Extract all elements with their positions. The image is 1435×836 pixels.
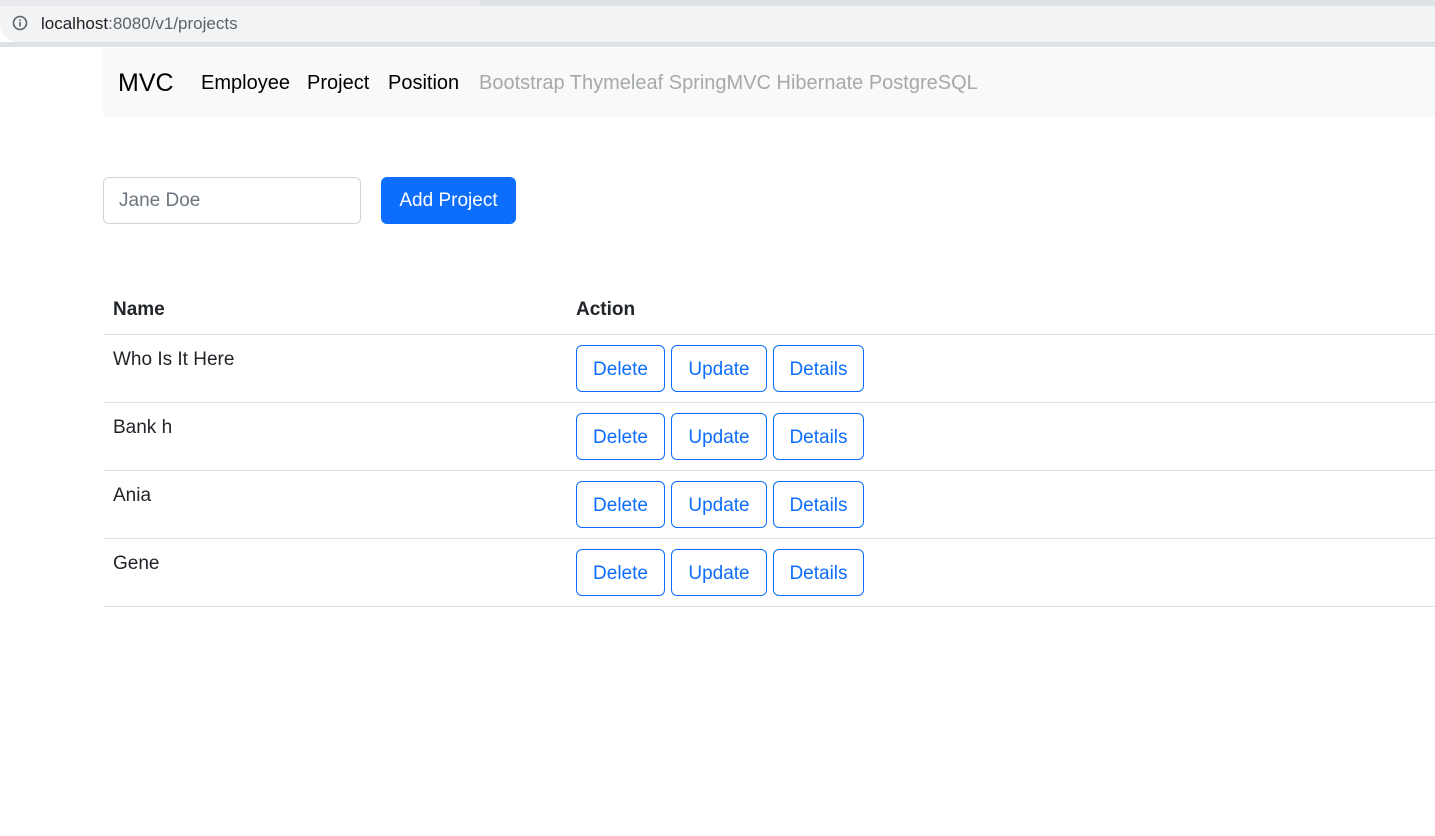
nav-link-employee[interactable]: Employee [201, 70, 290, 96]
url-host: localhost [41, 14, 109, 33]
address-bar[interactable]: localhost:8080/v1/projects [0, 6, 1435, 42]
navbar-tech-stack-text: Bootstrap Thymeleaf SpringMVC Hibernate … [479, 72, 978, 94]
update-button[interactable]: Update [671, 413, 767, 460]
project-name-cell: Gene [113, 553, 160, 574]
table-row: Ania Delete Update Details [103, 471, 1435, 539]
project-name-cell: Bank h [113, 417, 173, 438]
delete-button[interactable]: Delete [576, 549, 665, 596]
table-row: Gene Delete Update Details [103, 539, 1435, 607]
add-project-button[interactable]: Add Project [381, 177, 516, 224]
navbar: MVC Employee Project Position Bootstrap … [103, 48, 1435, 117]
nav-link-position[interactable]: Position [388, 70, 459, 96]
project-name-cell: Ania [113, 485, 152, 506]
delete-button[interactable]: Delete [576, 413, 665, 460]
column-header-name: Name [113, 299, 165, 320]
nav-link-project[interactable]: Project [307, 70, 369, 96]
details-button[interactable]: Details [773, 549, 864, 596]
table-row: Bank h Delete Update Details [103, 403, 1435, 471]
update-button[interactable]: Update [671, 549, 767, 596]
project-name-input[interactable] [103, 177, 361, 224]
info-icon[interactable] [12, 15, 28, 31]
details-button[interactable]: Details [773, 413, 864, 460]
project-name-cell: Who Is It Here [113, 349, 235, 370]
delete-button[interactable]: Delete [576, 345, 665, 392]
update-button[interactable]: Update [671, 481, 767, 528]
navbar-brand[interactable]: MVC [118, 68, 174, 98]
delete-button[interactable]: Delete [576, 481, 665, 528]
table-row: Who Is It Here Delete Update Details [103, 335, 1435, 403]
url-path: :8080/v1/projects [108, 14, 238, 33]
update-button[interactable]: Update [671, 345, 767, 392]
toolbar-divider [0, 42, 1435, 47]
projects-table: Name Action Who Is It Here Delete Update… [103, 287, 1435, 607]
table-header: Name Action [103, 287, 1435, 335]
details-button[interactable]: Details [773, 481, 864, 528]
column-header-action: Action [576, 299, 636, 320]
details-button[interactable]: Details [773, 345, 864, 392]
url-text[interactable]: localhost:8080/v1/projects [41, 14, 238, 34]
